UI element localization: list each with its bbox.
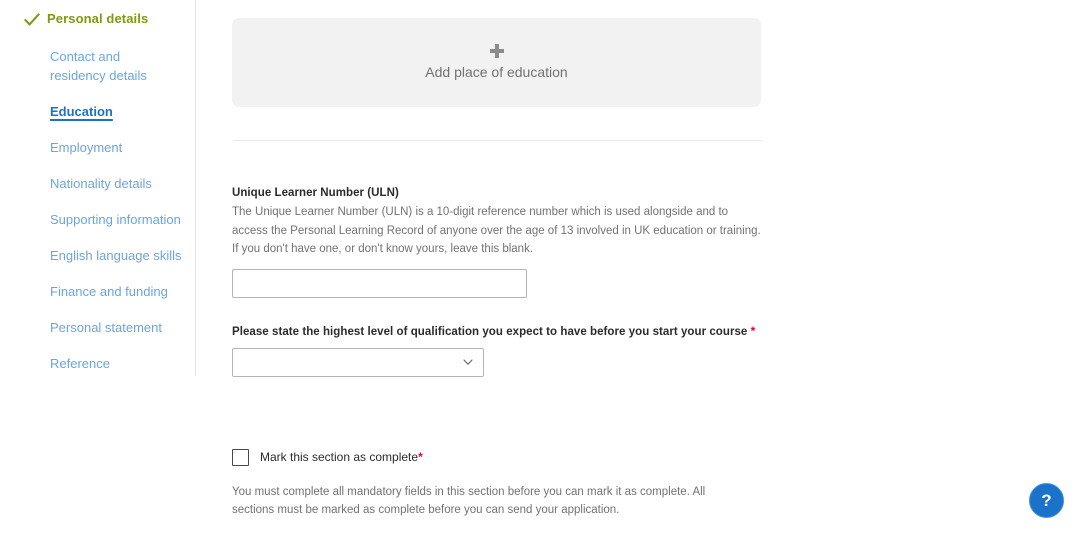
completion-note: You must complete all mandatory fields i… (232, 485, 706, 517)
sidebar-item-education[interactable]: Education (50, 102, 113, 121)
required-asterisk: * (750, 323, 756, 338)
sidebar-item-nationality-details[interactable]: Nationality details (50, 174, 152, 193)
mark-section-complete-checkbox[interactable] (232, 448, 249, 466)
section-navigation-sidebar: Personal details Contact and residency d… (0, 0, 196, 534)
sidebar-item-employment[interactable]: Employment (50, 138, 122, 157)
add-place-of-education-button[interactable]: Add place of education (232, 18, 761, 107)
chevron-down-icon (462, 356, 474, 368)
qualification-field-group: Please state the highest level of qualif… (232, 323, 762, 377)
uln-label: Unique Learner Number (ULN) (232, 187, 399, 199)
qualification-label-text: Please state the highest level of qualif… (232, 325, 748, 338)
sidebar-item-supporting-information[interactable]: Supporting information (50, 210, 181, 229)
check-icon (24, 12, 40, 28)
sidebar-divider (195, 0, 196, 376)
mark-complete-label: Mark this section as complete* (260, 449, 423, 465)
uln-field-group: Unique Learner Number (ULN) The Unique L… (232, 185, 762, 298)
sidebar-item-reference[interactable]: Reference (50, 354, 110, 373)
help-button[interactable]: ? (1029, 483, 1064, 518)
plus-icon (489, 44, 504, 58)
uln-help-text: The Unique Learner Number (ULN) is a 10-… (232, 206, 761, 255)
sidebar-item-personal-statement[interactable]: Personal statement (50, 318, 162, 337)
required-asterisk: * (418, 450, 423, 464)
qualification-label: Please state the highest level of qualif… (232, 323, 762, 340)
sidebar-item-contact-and-residency-details[interactable]: Contact and residency details (50, 47, 172, 85)
mark-complete-row: Mark this section as complete* (232, 448, 762, 466)
content-divider (232, 140, 762, 141)
education-form-content: Add place of education Unique Learner Nu… (232, 0, 762, 534)
question-mark-icon: ? (1041, 491, 1052, 510)
sidebar-item-english-language-skills[interactable]: English language skills (50, 246, 182, 265)
qualification-select[interactable] (232, 347, 484, 377)
sidebar-item-finance-and-funding[interactable]: Finance and funding (50, 282, 168, 301)
mark-complete-label-text: Mark this section as complete (260, 450, 419, 464)
sidebar-item-list: Contact and residency details Education … (0, 47, 196, 373)
add-place-of-education-label: Add place of education (425, 64, 568, 80)
sidebar-item-label: Personal details (47, 11, 149, 26)
application-form-page: Personal details Contact and residency d… (0, 0, 1080, 534)
uln-input[interactable] (232, 268, 527, 298)
sidebar-item-personal-details[interactable]: Personal details (0, 10, 196, 28)
